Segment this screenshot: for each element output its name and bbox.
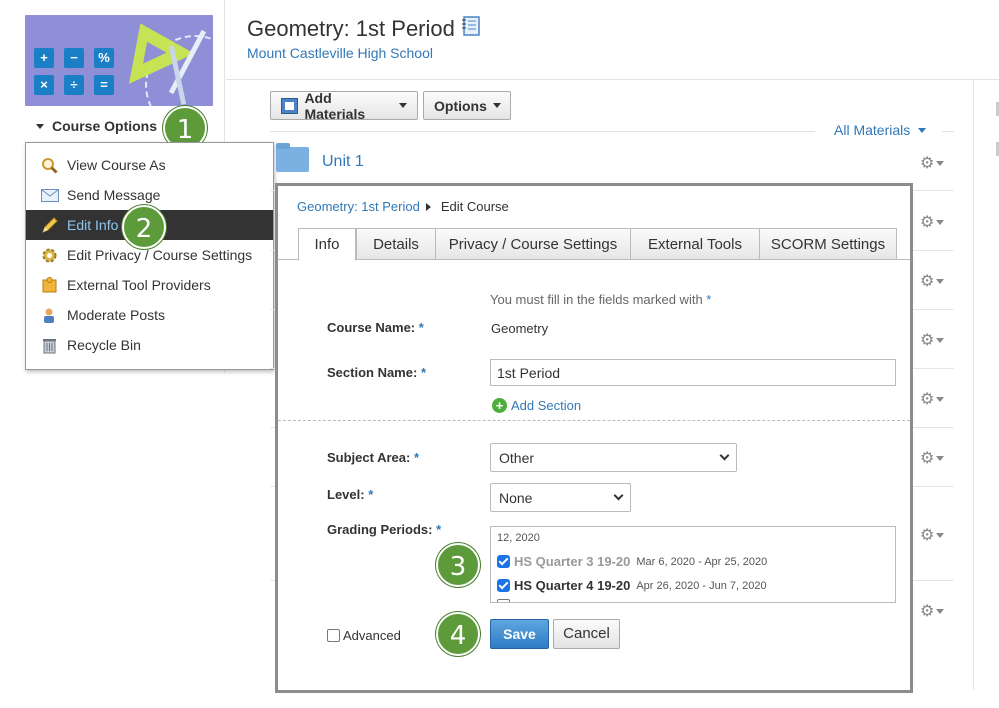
gear-settings-icon <box>40 247 59 263</box>
item-gear-menu[interactable]: ⚙ <box>920 212 945 232</box>
menu-item-moderate-posts[interactable]: Moderate Posts <box>26 300 273 330</box>
step-badge-4: 4 <box>436 612 480 656</box>
step-badge-3: 3 <box>436 543 480 587</box>
item-gear-menu[interactable]: ⚙ <box>920 601 945 621</box>
tab-external-tools[interactable]: External Tools <box>630 228 760 260</box>
menu-item-external-tool-providers[interactable]: External Tool Providers <box>26 270 273 300</box>
course-name-label: Course Name: * <box>327 320 424 335</box>
tab-scorm-settings[interactable]: SCORM Settings <box>759 228 897 260</box>
chevron-down-icon <box>719 450 730 461</box>
divide-key: ÷ <box>64 75 84 95</box>
grading-period-row[interactable]: HS Quarter 3 19-20 Mar 6, 2020 - Apr 25,… <box>497 554 767 569</box>
course-image: + − % × ÷ = <box>25 15 213 106</box>
all-materials-filter[interactable]: All Materials <box>834 122 927 138</box>
menu-item-label: Moderate Posts <box>67 307 166 323</box>
options-button[interactable]: Options <box>423 91 511 120</box>
gear-icon: ⚙ <box>920 214 935 231</box>
grading-period-row[interactable]: HS Quarter 4 19-20 Apr 26, 2020 - Jun 7,… <box>497 578 767 593</box>
gear-icon: ⚙ <box>920 273 935 290</box>
unit-folder-link[interactable]: Unit 1 <box>322 153 364 171</box>
school-link[interactable]: Mount Castleville High School <box>247 45 433 61</box>
menu-item-recycle-bin[interactable]: Recycle Bin <box>26 330 273 360</box>
item-gear-menu[interactable]: ⚙ <box>920 525 945 545</box>
course-name-value: Geometry <box>491 321 549 336</box>
menu-item-label: Send Message <box>67 187 161 203</box>
menu-item-label: External Tool Providers <box>67 277 211 293</box>
gear-icon: ⚙ <box>920 391 935 408</box>
item-gear-menu[interactable]: ⚙ <box>920 271 945 291</box>
subject-area-select[interactable]: Other <box>490 443 737 472</box>
item-gear-menu[interactable]: ⚙ <box>920 153 945 173</box>
minus-key: − <box>64 48 84 68</box>
item-gear-menu[interactable]: ⚙ <box>920 389 945 409</box>
breadcrumb-course-link[interactable]: Geometry: 1st Period <box>297 199 420 214</box>
equals-key: = <box>94 75 114 95</box>
checkbox-checked[interactable] <box>497 579 510 592</box>
gear-icon: ⚙ <box>920 450 935 467</box>
checkbox-checked[interactable] <box>497 555 510 568</box>
tab-privacy-course-settings[interactable]: Privacy / Course Settings <box>435 228 631 260</box>
gear-icon: ⚙ <box>920 332 935 349</box>
puzzle-icon <box>40 277 59 293</box>
breadcrumb-current: Edit Course <box>440 199 509 214</box>
times-key: × <box>34 75 54 95</box>
level-select[interactable]: None <box>490 483 631 512</box>
grading-periods-label: Grading Periods: * <box>327 522 442 537</box>
step-badge-2: 2 <box>122 205 166 249</box>
advanced-checkbox[interactable] <box>327 629 340 642</box>
pencil-icon <box>40 216 59 233</box>
gear-icon: ⚙ <box>920 155 935 172</box>
grading-periods-list[interactable]: 12, 2020 HS Quarter 3 19-20 Mar 6, 2020 … <box>490 526 896 603</box>
header-divider <box>226 79 999 80</box>
moderator-icon <box>40 307 59 323</box>
section-divider <box>278 420 910 421</box>
percent-key: % <box>94 48 114 68</box>
add-materials-button[interactable]: Add Materials <box>270 90 418 122</box>
notebook-icon <box>461 16 481 42</box>
add-section-link[interactable]: + Add Section <box>492 398 581 413</box>
plus-key: + <box>34 48 54 68</box>
level-label: Level: * <box>327 487 374 502</box>
add-materials-icon <box>281 97 299 114</box>
item-gear-menu[interactable]: ⚙ <box>920 448 945 468</box>
breadcrumb-arrow-icon <box>425 202 431 211</box>
page-title: Geometry: 1st Period <box>247 16 455 41</box>
course-options-label: Course Options <box>52 118 158 134</box>
caret-down-icon <box>399 103 407 108</box>
caret-down-icon <box>918 127 927 133</box>
envelope-icon <box>40 187 59 203</box>
menu-item-label: Recycle Bin <box>67 337 141 353</box>
gear-icon: ⚙ <box>920 527 935 544</box>
cancel-button[interactable]: Cancel <box>553 619 620 649</box>
section-name-input[interactable] <box>490 359 896 386</box>
tab-details[interactable]: Details <box>356 228 436 260</box>
caret-down-icon <box>492 103 501 108</box>
caret-down-icon <box>36 123 44 129</box>
checkbox[interactable] <box>497 599 510 602</box>
menu-item-label: View Course As <box>67 157 166 173</box>
item-gear-menu[interactable]: ⚙ <box>920 330 945 350</box>
advanced-toggle[interactable]: Advanced <box>327 628 401 643</box>
menu-item-view-course-as[interactable]: View Course As <box>26 150 273 180</box>
gear-icon: ⚙ <box>920 603 935 620</box>
chevron-down-icon <box>613 490 624 501</box>
magnifier-icon <box>40 157 59 174</box>
required-fields-note: You must fill in the fields marked with … <box>490 292 712 307</box>
grading-period-partial-row: 12, 2020 <box>497 532 540 544</box>
breadcrumb: Geometry: 1st Period Edit Course <box>297 199 509 214</box>
plus-circle-icon: + <box>492 398 507 413</box>
menu-item-label: Edit Privacy / Course Settings <box>67 247 253 263</box>
folder-icon <box>276 143 309 172</box>
course-options-menu: View Course As Send Message Edit Info Ed… <box>25 142 274 370</box>
course-title: Geometry: 1st Period <box>247 16 481 42</box>
menu-item-label: Edit Info <box>67 217 119 233</box>
right-column-divider <box>973 80 974 690</box>
tab-info[interactable]: Info <box>298 228 356 261</box>
save-button[interactable]: Save <box>490 619 549 649</box>
recycle-bin-icon <box>40 337 59 353</box>
subject-area-label: Subject Area: * <box>327 450 420 465</box>
section-name-label: Section Name: * <box>327 365 426 380</box>
course-options-toggle[interactable]: Course Options <box>36 118 157 134</box>
